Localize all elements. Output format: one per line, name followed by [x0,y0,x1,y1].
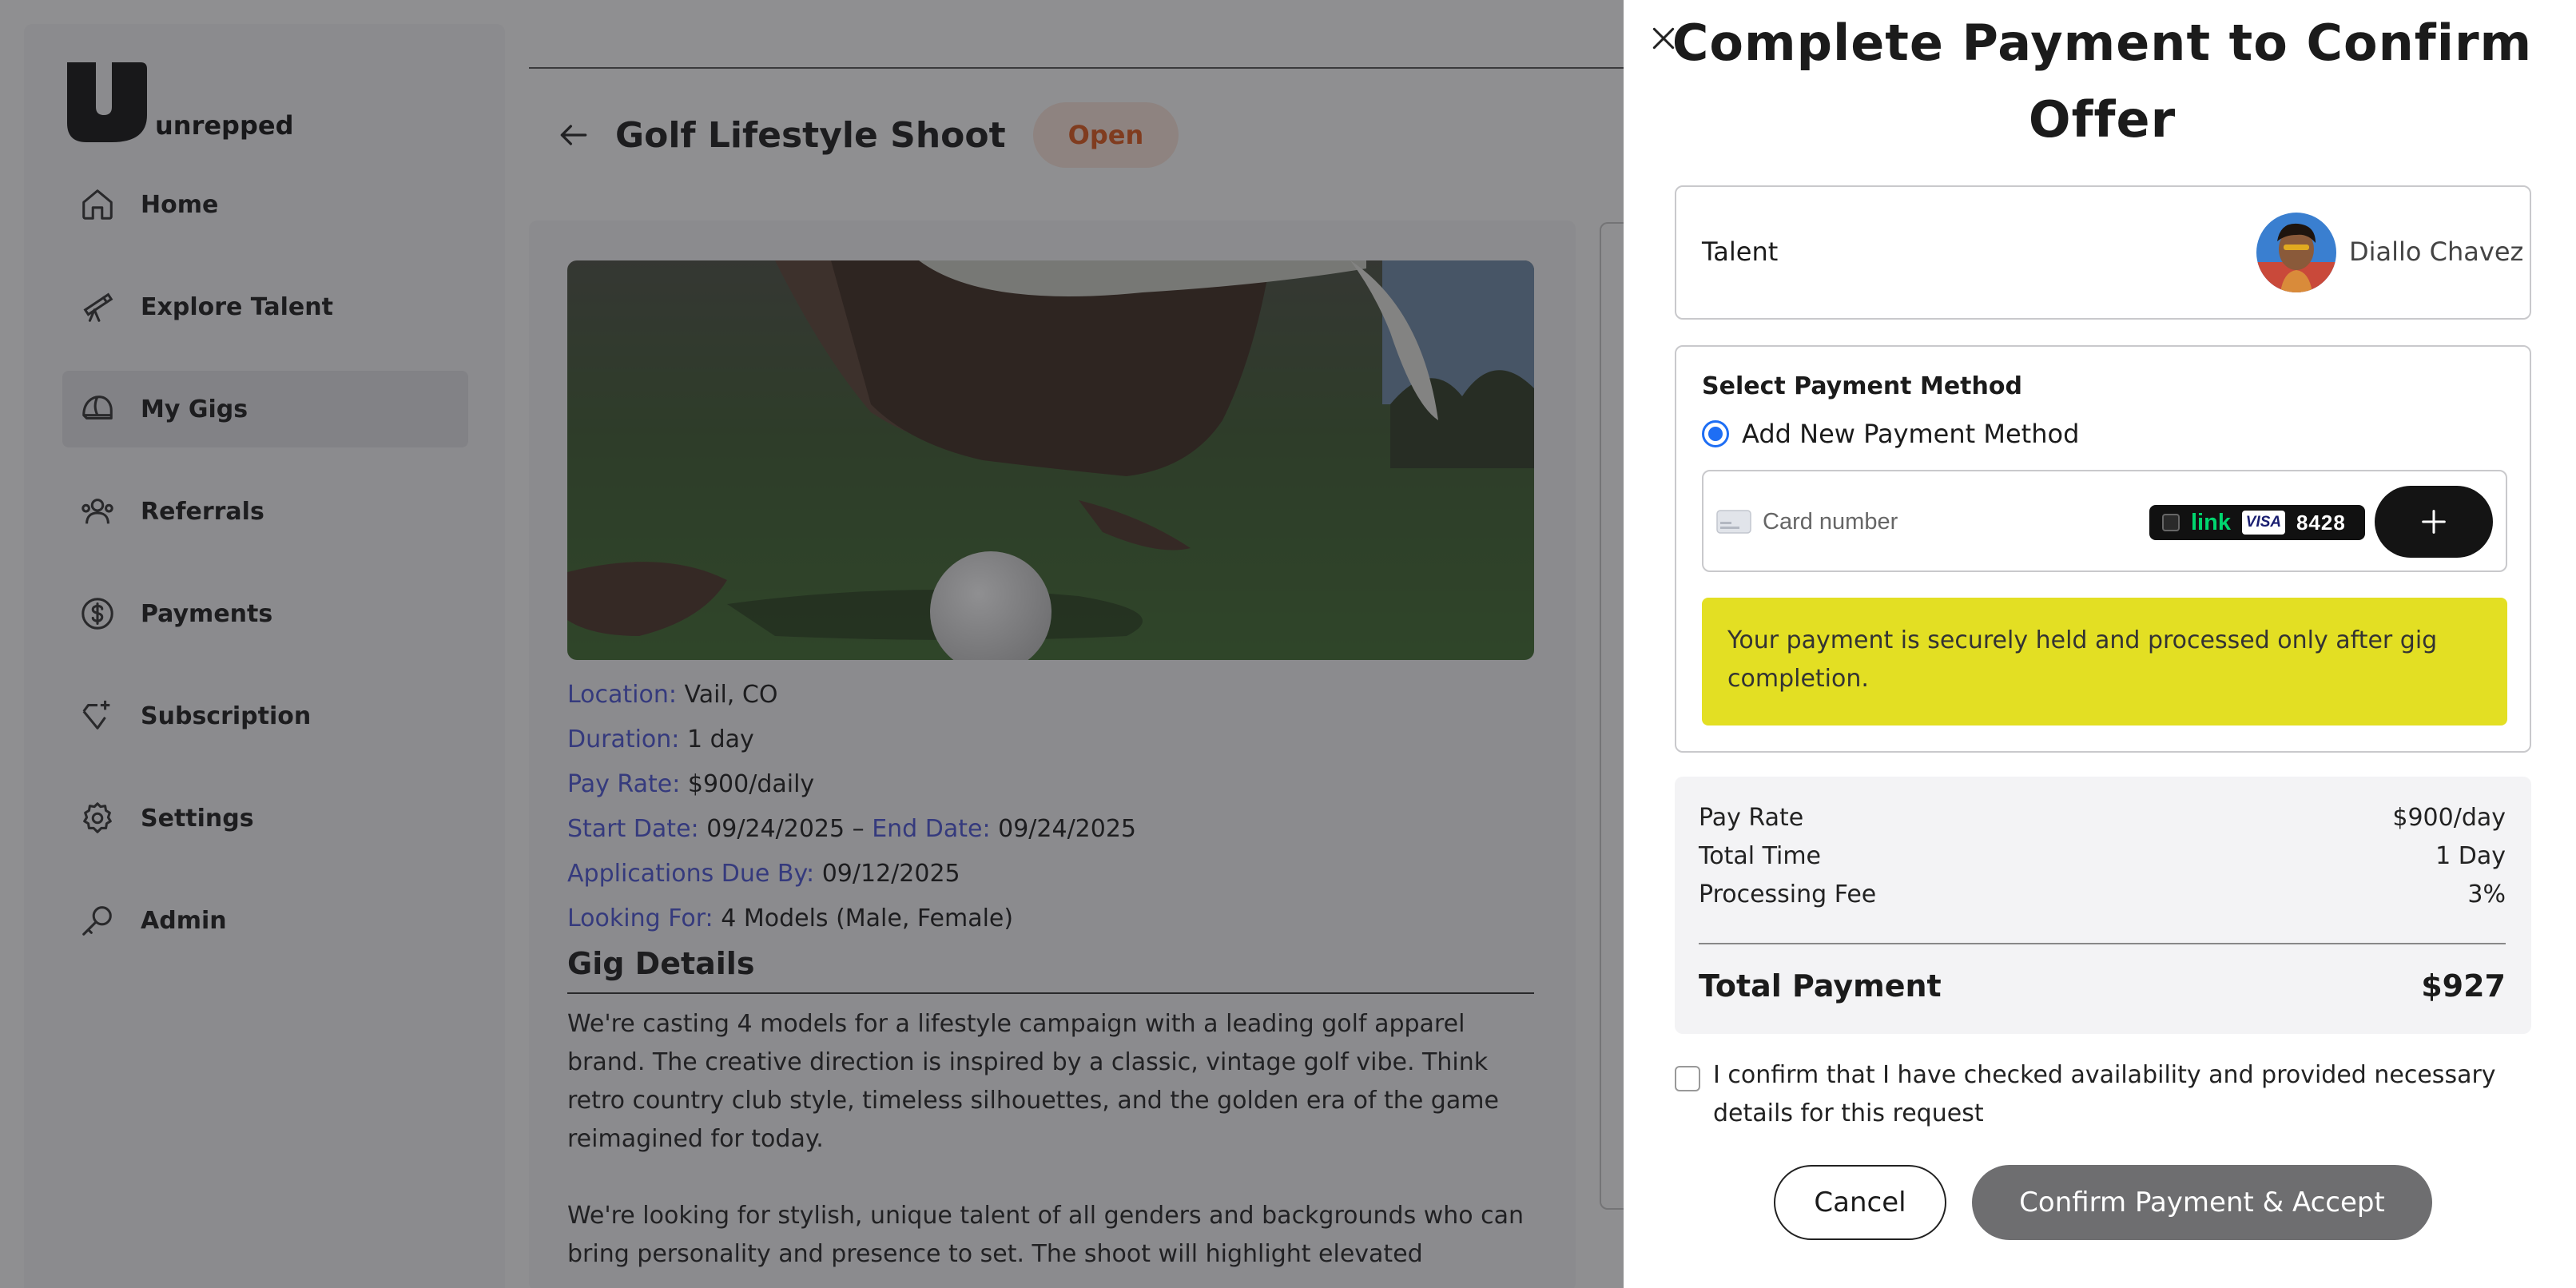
summary-total: Total Payment $927 [1699,968,2506,1004]
avatar [2256,213,2336,292]
summary-row-total-time: Total Time 1 Day [1699,842,2506,870]
credit-card-icon [1716,510,1751,534]
add-card-button[interactable] [2375,486,2493,558]
confirm-checkbox[interactable] [1675,1066,1700,1091]
payment-method-title: Select Payment Method [1702,372,2022,400]
summary-divider [1699,943,2506,944]
card-entry-row: link VISA 8428 [1702,470,2507,572]
talent-row: Talent Diallo Chavez [1675,185,2531,320]
confirm-payment-accept-button[interactable]: Confirm Payment & Accept [1972,1165,2432,1240]
summary-row-pay-rate: Pay Rate $900/day [1699,804,2506,832]
add-new-payment-label[interactable]: Add New Payment Method [1742,419,2079,449]
card-last4: 8428 [2296,510,2346,535]
visa-icon: VISA [2241,511,2285,535]
plus-icon [2422,510,2446,534]
radio-selected-dot [1708,427,1723,441]
confirm-checkbox-label[interactable]: I confirm that I have checked availabili… [1713,1056,2520,1133]
add-new-payment-radio[interactable] [1702,420,1729,447]
cancel-button[interactable]: Cancel [1774,1165,1946,1240]
link-saved-card-button[interactable]: link VISA 8428 [2149,505,2365,540]
talent-label: Talent [1702,237,1779,267]
payment-method-section: Select Payment Method Add New Payment Me… [1675,345,2531,753]
payment-notice: Your payment is securely held and proces… [1702,598,2507,725]
modal-title: Complete Payment to Confirm Offer [1672,14,2533,149]
payment-summary: Pay Rate $900/day Total Time 1 Day Proce… [1675,777,2531,1034]
modal-backdrop[interactable] [0,0,1624,1288]
talent-name: Diallo Chavez [2349,237,2524,267]
link-label: link [2191,509,2231,535]
summary-row-processing-fee: Processing Fee 3% [1699,881,2506,908]
card-number-input[interactable] [1763,494,2114,550]
checkbox-icon [2162,514,2180,531]
